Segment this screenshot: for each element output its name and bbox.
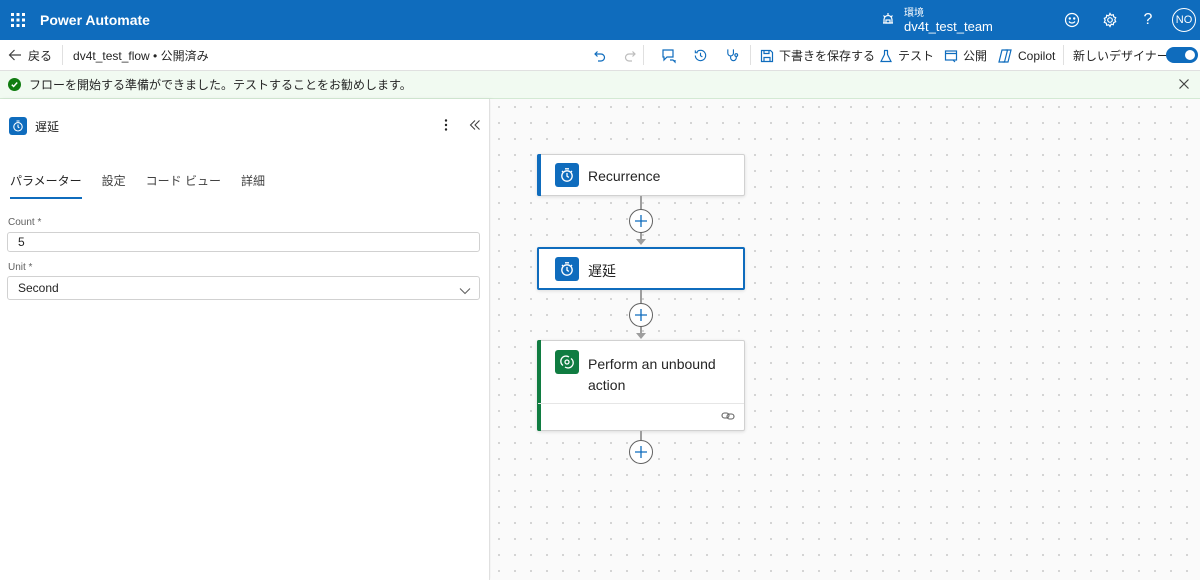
success-message-bar: フローを開始する準備ができました。テストすることをお勧めします。 <box>0 71 1200 99</box>
connection-link-icon[interactable] <box>721 410 735 424</box>
chevron-down-icon <box>459 284 471 298</box>
help-icon[interactable]: ? <box>1138 10 1158 30</box>
publish-icon <box>944 49 958 62</box>
node-label: 遅延 <box>588 263 616 279</box>
timer-icon <box>555 257 579 281</box>
comments-button[interactable] <box>661 40 682 71</box>
copilot-button[interactable]: Copilot <box>997 40 1055 71</box>
divider <box>750 45 751 65</box>
checkmark-circle-icon <box>8 78 21 91</box>
node-label-line-2: action <box>588 377 626 393</box>
panel-tabs: パラメーター 設定 コード ビュー 詳細 <box>10 172 285 199</box>
count-input[interactable]: 5 <box>7 232 480 252</box>
redo-icon <box>624 50 636 62</box>
version-history-button[interactable] <box>693 40 713 71</box>
flow-canvas[interactable]: Recurrence 遅延 Perform an unbound action <box>491 99 1200 580</box>
user-avatar[interactable]: NO <box>1172 8 1196 32</box>
save-draft-button[interactable]: 下書きを保存する <box>760 40 875 71</box>
back-label: 戻る <box>28 48 53 63</box>
action-config-panel: 遅延 パラメーター 設定 コード ビュー 詳細 Count * 5 Unit *… <box>0 99 490 580</box>
comment-icon <box>662 48 676 63</box>
app-title[interactable]: Power Automate <box>40 12 150 28</box>
back-button[interactable]: 戻る <box>8 47 52 64</box>
unit-label: Unit * <box>8 262 33 273</box>
environment-icon <box>880 11 896 30</box>
add-step-button[interactable] <box>629 303 653 327</box>
test-button[interactable]: テスト <box>879 40 934 71</box>
divider <box>62 45 64 65</box>
node-accent <box>537 154 541 196</box>
stethoscope-icon <box>727 49 739 62</box>
node-accent <box>537 340 541 431</box>
tab-parameters[interactable]: パラメーター <box>10 172 82 199</box>
beaker-icon <box>880 49 892 62</box>
flow-name: dv4t_test_flow • 公開済み <box>73 48 209 63</box>
save-draft-label: 下書きを保存する <box>779 49 876 63</box>
undo-button[interactable] <box>592 40 611 71</box>
app-launcher-icon[interactable] <box>4 6 32 34</box>
environment-name: dv4t_test_team <box>904 19 993 34</box>
flow-node-recurrence[interactable]: Recurrence <box>537 154 745 196</box>
feedback-smiley-icon[interactable] <box>1062 10 1082 30</box>
count-value: 5 <box>18 235 25 249</box>
plus-icon <box>635 446 647 458</box>
count-label: Count * <box>8 217 42 228</box>
publish-button[interactable]: 公開 <box>944 40 987 71</box>
flow-node-perform-unbound-action[interactable]: Perform an unbound action <box>537 340 745 431</box>
settings-gear-icon[interactable] <box>1100 10 1120 30</box>
publish-label: 公開 <box>963 49 988 63</box>
node-label-line-1: Perform an unbound <box>588 356 716 372</box>
tab-details[interactable]: 詳細 <box>241 172 265 199</box>
unit-value: Second <box>18 281 59 295</box>
node-label: Perform an unbound action <box>588 354 716 396</box>
command-bar: 戻る dv4t_test_flow • 公開済み 下書きを保存する テスト 公開… <box>0 40 1200 71</box>
timer-icon <box>9 117 27 135</box>
copilot-icon <box>998 48 1012 63</box>
collapse-panel-icon[interactable] <box>468 118 482 135</box>
unit-dropdown[interactable]: Second <box>7 276 480 300</box>
divider <box>643 45 644 65</box>
panel-header: 遅延 <box>9 117 59 135</box>
undo-icon <box>594 50 606 62</box>
history-icon <box>694 49 707 62</box>
flow-checker-button[interactable] <box>725 40 745 71</box>
save-icon <box>760 49 774 62</box>
timer-icon <box>555 163 579 187</box>
node-label: Recurrence <box>588 168 661 184</box>
new-designer-toggle[interactable] <box>1166 47 1198 63</box>
environment-picker[interactable]: 環境 dv4t_test_team <box>880 4 993 36</box>
message-text: フローを開始する準備ができました。テストすることをお勧めします。 <box>29 78 412 92</box>
close-icon[interactable] <box>1178 78 1190 93</box>
copilot-label: Copilot <box>1018 48 1056 63</box>
divider <box>1063 45 1064 65</box>
add-step-button[interactable] <box>629 440 653 464</box>
new-designer-label: 新しいデザイナー <box>1073 49 1169 63</box>
plus-icon <box>635 309 647 321</box>
tab-settings[interactable]: 設定 <box>102 172 126 199</box>
connector-arrow <box>636 333 646 339</box>
app-header: Power Automate 環境 dv4t_test_team ? NO <box>0 0 1200 40</box>
tab-code-view[interactable]: コード ビュー <box>146 172 221 199</box>
node-footer-divider <box>538 403 744 404</box>
redo-button[interactable] <box>624 40 643 71</box>
panel-title[interactable]: 遅延 <box>35 118 59 135</box>
more-options-icon[interactable] <box>440 118 452 135</box>
add-step-button[interactable] <box>629 209 653 233</box>
connector-arrow <box>636 239 646 245</box>
plus-icon <box>635 215 647 227</box>
flow-node-delay[interactable]: 遅延 <box>537 247 745 290</box>
test-label: テスト <box>898 49 935 63</box>
back-arrow-icon <box>8 49 21 61</box>
dataverse-icon <box>555 350 579 374</box>
